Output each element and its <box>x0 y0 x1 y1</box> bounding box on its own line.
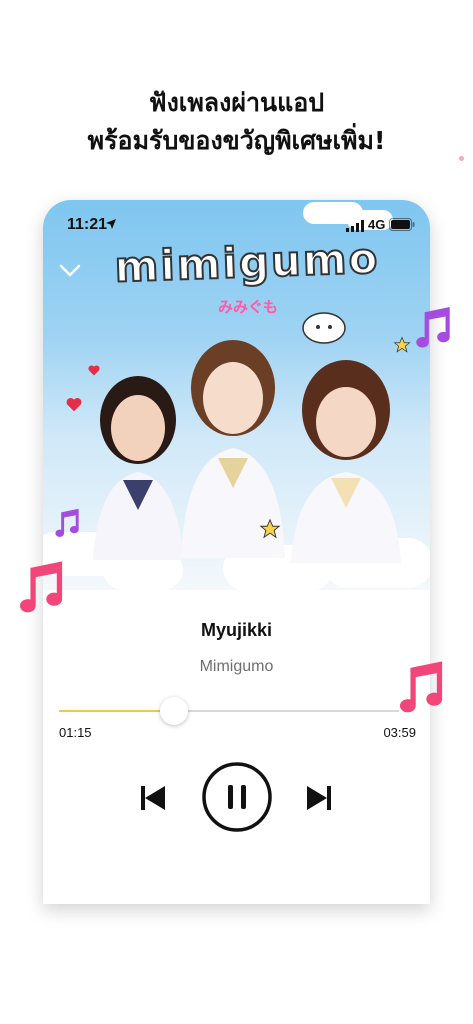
battery-icon <box>389 218 415 231</box>
progress-fill <box>59 710 165 712</box>
promo-headline: ฟังเพลงผ่านแอป พร้อมรับของขวัญพิเศษเพิ่ม… <box>0 84 473 160</box>
heart-icon <box>66 398 82 412</box>
phone-screen: mimigumo みみぐも 11:21 4G Myujikki Mimigumo… <box>43 200 430 904</box>
music-note-icon <box>399 661 443 713</box>
signal-icon <box>346 220 364 232</box>
location-arrow-icon <box>106 219 116 229</box>
headline-line-2: พร้อมรับของขวัญพิเศษเพิ่ม! <box>87 126 386 155</box>
progress-slider-thumb[interactable] <box>160 697 188 725</box>
headline-line-1: ฟังเพลงผ่านแอป <box>148 88 325 117</box>
decorative-dot <box>459 156 464 161</box>
track-title: Myujikki <box>200 620 273 640</box>
star-icon <box>259 518 281 539</box>
pause-icon[interactable] <box>201 761 273 833</box>
heart-icon <box>88 365 100 376</box>
previous-track-icon[interactable] <box>139 784 167 812</box>
album-logo-subtitle: みみぐも <box>217 298 278 316</box>
track-artist: Mimigumo <box>199 658 274 675</box>
status-bar: 11:21 4G <box>43 200 430 246</box>
music-note-icon <box>55 508 79 537</box>
member-photo-right <box>291 360 401 563</box>
progress-track[interactable] <box>59 710 399 712</box>
music-note-icon <box>416 307 450 348</box>
total-time: 03:59 <box>383 725 416 740</box>
star-icon <box>393 336 411 353</box>
chevron-down-icon[interactable] <box>59 264 81 278</box>
elapsed-time: 01:15 <box>59 725 92 740</box>
status-time: 11:21 <box>67 216 108 233</box>
cloud-character-icon <box>302 312 346 344</box>
music-note-icon <box>19 561 63 613</box>
next-track-icon[interactable] <box>305 784 333 812</box>
network-type: 4G <box>368 217 386 232</box>
album-art: mimigumo みみぐも 11:21 4G <box>43 200 430 590</box>
